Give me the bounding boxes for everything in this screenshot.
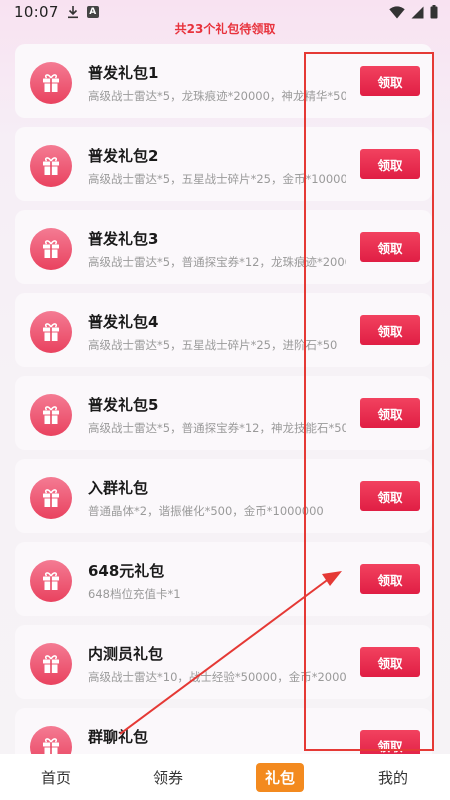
gift-description: 高级战士雷达*5，五星战士碎片*25，进阶石*50 [88,338,338,352]
gift-title: 普发礼包4 [88,313,159,331]
gift-title: 普发礼包2 [88,147,159,165]
tab-coupons[interactable]: 领券 [112,754,224,800]
gift-description: 高级战士雷达*5，龙珠痕迹*20000，神龙精华*50 [88,89,346,103]
gift-icon [30,560,72,602]
gift-list[interactable]: 普发礼包1 高级战士雷达*5，龙珠痕迹*20000，神龙精华*50 领取 普发礼… [15,44,432,754]
gift-description: 高级战士雷达*5，五星战士碎片*25，金币*1000000 [88,172,346,186]
gift-box-icon [43,406,59,424]
gift-card: 普发礼包4 高级战士雷达*5，五星战士碎片*25，进阶石*50 领取 [15,293,432,367]
gift-description: 高级战士雷达*5，普通探宝券*12，龙珠痕迹*20000 [88,255,346,269]
gift-icon [30,311,72,353]
claim-button[interactable]: 领取 [360,647,420,677]
gift-card: 内测员礼包 高级战士雷达*10，战士经验*50000，金币*2000000 领取 [15,625,432,699]
gift-icon [30,726,72,754]
gift-title: 入群礼包 [88,479,149,497]
gift-description: 648档位充值卡*1 [88,587,181,601]
gift-card: 普发礼包3 高级战士雷达*5，普通探宝券*12，龙珠痕迹*20000 领取 [15,210,432,284]
battery-icon [430,5,438,19]
tab-label: 首页 [40,768,71,787]
gift-icon [30,62,72,104]
gift-box-icon [43,240,59,258]
text-badge-icon: A [86,6,99,18]
gift-card: 普发礼包5 高级战士雷达*5，普通探宝券*12，神龙技能石*50 领取 [15,376,432,450]
claim-button[interactable]: 领取 [360,730,420,754]
gift-card: 普发礼包2 高级战士雷达*5，五星战士碎片*25，金币*1000000 领取 [15,127,432,201]
gift-title: 内测员礼包 [88,645,164,663]
wifi-icon [389,5,405,18]
gift-box-icon [43,157,59,175]
gift-count-summary: 共23个礼包待领取 [174,22,276,36]
gift-box-icon [43,74,59,92]
tab-gifts[interactable]: 礼包 [224,754,336,800]
gift-box-icon [43,655,59,673]
status-time: 10:07 [14,3,59,21]
gift-box-icon [43,738,59,754]
gift-icon [30,228,72,270]
gift-box-icon [43,489,59,507]
download-icon [67,6,78,19]
gift-icon [30,394,72,436]
gift-card: 普发礼包1 高级战士雷达*5，龙珠痕迹*20000，神龙精华*50 领取 [15,44,432,118]
gift-card: 入群礼包 普通晶体*2，谐振催化*500，金币*1000000 领取 [15,459,432,533]
tab-home[interactable]: 首页 [0,754,112,800]
claim-button[interactable]: 领取 [360,564,420,594]
claim-button[interactable]: 领取 [360,66,420,96]
gift-box-icon [43,572,59,590]
tab-mine[interactable]: 我的 [336,754,450,800]
bottom-tab-bar: 首页 领券 礼包 我的 [0,754,450,800]
gift-description: 普通晶体*2，谐振催化*500，金币*1000000 [88,504,324,518]
gift-icon [30,643,72,685]
gift-description: 高级战士雷达*10，战士经验*50000，金币*2000000 [88,670,346,684]
claim-button[interactable]: 领取 [360,149,420,179]
gift-card: 群聊礼包 领取 [15,708,432,754]
gift-icon [30,145,72,187]
signal-icon [411,6,424,18]
gift-box-icon [43,323,59,341]
gift-title: 648元礼包 [88,562,165,580]
gift-title: 普发礼包3 [88,230,159,248]
claim-button[interactable]: 领取 [360,232,420,262]
status-right [389,5,438,19]
text-badge-letter: A [89,7,97,17]
tab-label: 领券 [152,768,183,787]
tab-label: 我的 [377,768,408,787]
claim-button[interactable]: 领取 [360,398,420,428]
tab-label: 礼包 [255,762,304,792]
gift-title: 普发礼包5 [88,396,159,414]
claim-button[interactable]: 领取 [360,481,420,511]
gift-title: 群聊礼包 [88,728,149,746]
gift-icon [30,477,72,519]
gift-description: 高级战士雷达*5，普通探宝券*12，神龙技能石*50 [88,421,346,435]
gift-title: 普发礼包1 [88,64,159,82]
status-left: 10:07 A [14,3,99,21]
gift-card: 648元礼包 648档位充值卡*1 领取 [15,542,432,616]
claim-button[interactable]: 领取 [360,315,420,345]
